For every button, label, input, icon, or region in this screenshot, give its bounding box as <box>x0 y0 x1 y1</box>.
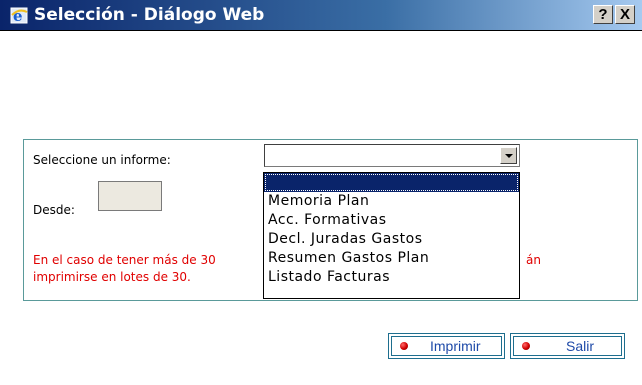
print-button[interactable]: Imprimir <box>388 333 505 359</box>
red-bullet-icon <box>400 342 408 350</box>
chevron-down-icon[interactable] <box>500 147 517 164</box>
report-dropdown-list[interactable]: Memoria Plan Acc. Formativas Decl. Jurad… <box>263 172 520 299</box>
from-input[interactable] <box>98 181 162 211</box>
title-bar: e Selección - Diálogo Web ? X <box>0 0 642 31</box>
from-label: Desde: <box>33 203 75 217</box>
ie-window-icon: e <box>10 7 28 25</box>
exit-button-label: Salir <box>566 338 595 354</box>
dropdown-option-empty[interactable] <box>264 173 519 192</box>
dropdown-option[interactable]: Listado Facturas <box>264 268 519 287</box>
warning-line-1-end: án <box>526 253 541 267</box>
dropdown-option[interactable]: Acc. Formativas <box>264 211 519 230</box>
dropdown-option[interactable]: Resumen Gastos Plan <box>264 249 519 268</box>
exit-button[interactable]: Salir <box>510 333 625 359</box>
print-button-label: Imprimir <box>430 338 481 354</box>
dropdown-option[interactable]: Memoria Plan <box>264 192 519 211</box>
close-button[interactable]: X <box>615 5 635 24</box>
report-select-label: Seleccione un informe: <box>33 153 171 167</box>
help-button[interactable]: ? <box>593 5 613 24</box>
window-title: Selección - Diálogo Web <box>34 5 265 25</box>
red-bullet-icon <box>522 342 530 350</box>
dropdown-option[interactable]: Decl. Juradas Gastos <box>264 230 519 249</box>
report-select[interactable] <box>264 144 520 167</box>
